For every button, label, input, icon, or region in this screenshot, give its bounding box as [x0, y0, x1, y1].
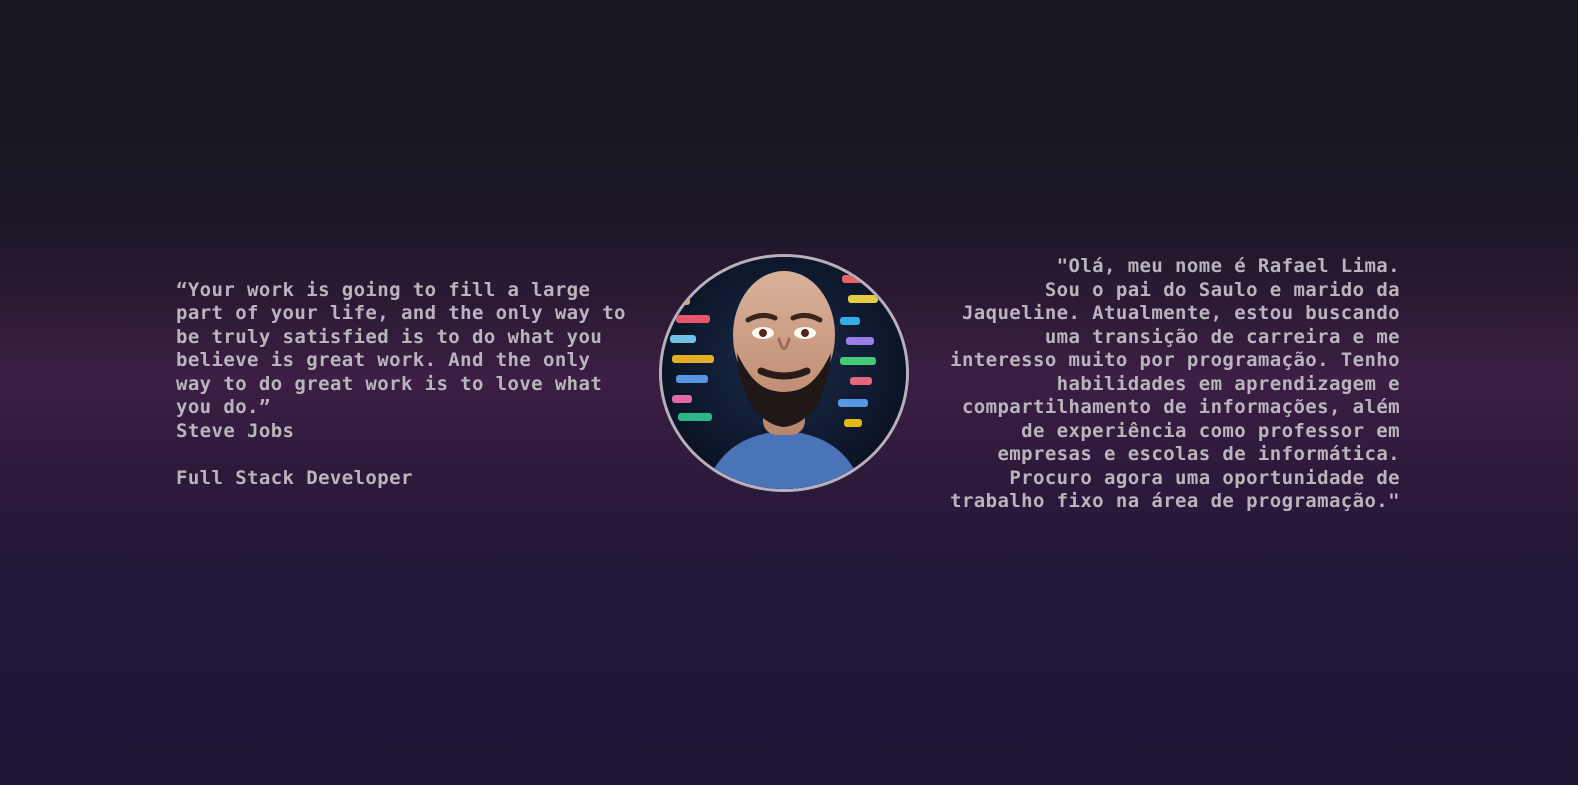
avatar [659, 254, 909, 492]
role-title: Full Stack Developer [176, 466, 413, 489]
quote-author: Steve Jobs [176, 419, 295, 442]
quote-text: “Your work is going to fill a large part… [176, 278, 626, 419]
quote-block: “Your work is going to fill a large part… [176, 255, 626, 514]
about-text: "Olá, meu nome é Rafael Lima. Sou o pai … [950, 255, 1400, 512]
profile-photo-icon [662, 257, 906, 489]
about-block: "Olá, meu nome é Rafael Lima. Sou o pai … [940, 255, 1400, 514]
